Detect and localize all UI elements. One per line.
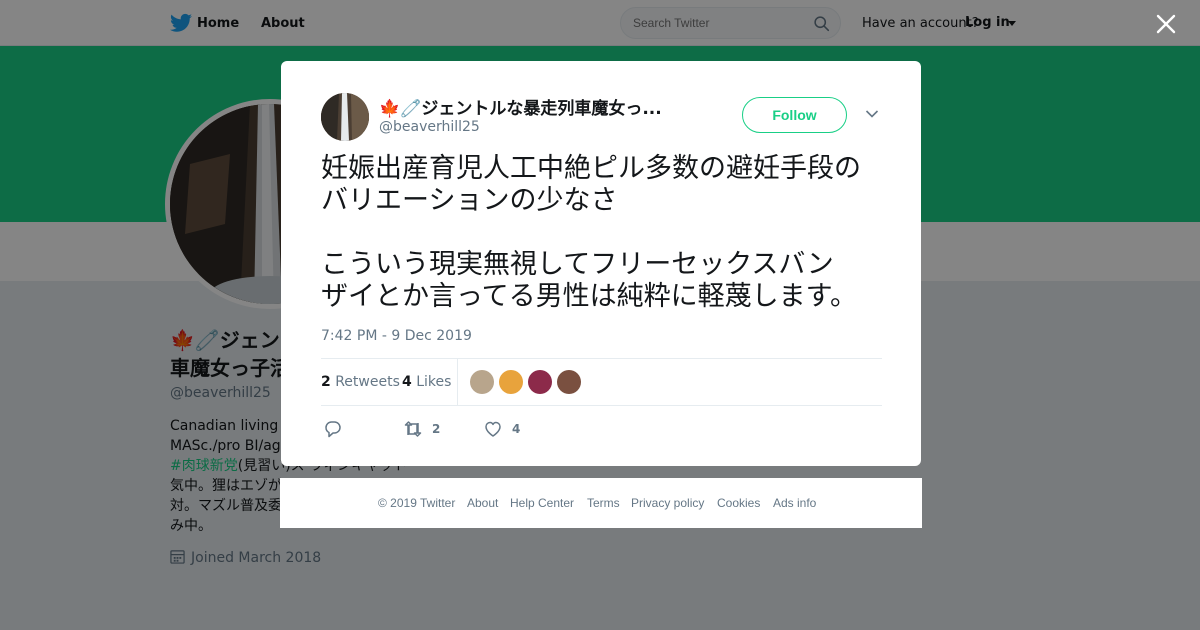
footer-terms-link[interactable]: Terms <box>587 496 620 510</box>
tweet-author-avatar[interactable] <box>321 93 369 141</box>
footer-privacy-link[interactable]: Privacy policy <box>631 496 704 510</box>
liker-avatar[interactable] <box>499 370 523 394</box>
retweet-icon <box>404 421 422 437</box>
tweet-actions: 2 4 <box>321 417 621 441</box>
liker-avatar[interactable] <box>470 370 494 394</box>
retweets-stat[interactable]: 2 Retweets <box>321 374 400 390</box>
footer-about-link[interactable]: About <box>467 496 498 510</box>
close-icon[interactable] <box>1153 11 1179 37</box>
tweet-modal: 🍁🧷ジェントルな暴走列車魔女っ... @beaverhill25 Follow … <box>281 61 921 466</box>
follow-button[interactable]: Follow <box>742 97 847 133</box>
liker-avatar[interactable] <box>528 370 552 394</box>
tweet-timestamp[interactable]: 7:42 PM - 9 Dec 2019 <box>321 328 472 344</box>
retweet-count: 2 <box>432 422 441 436</box>
heart-icon <box>485 421 501 437</box>
like-count: 4 <box>512 422 521 436</box>
tweet-author-handle[interactable]: @beaverhill25 <box>379 119 480 135</box>
footer-ads-info-link[interactable]: Ads info <box>773 496 816 510</box>
chevron-down-icon[interactable] <box>865 109 879 119</box>
stats-divider <box>457 359 458 405</box>
footer-help-center-link[interactable]: Help Center <box>510 496 574 510</box>
modal-footer: © 2019 Twitter About Help Center Terms P… <box>280 478 922 528</box>
tweet-text: 妊娠出産育児人工中絶ピル多数の避妊手段の バリエーションの少なさ こういう現実無… <box>321 153 861 312</box>
tweet-author-name[interactable]: 🍁🧷ジェントルな暴走列車魔女っ... <box>379 94 662 119</box>
footer-copyright[interactable]: © 2019 Twitter <box>378 496 455 510</box>
likes-stat[interactable]: 4 Likes <box>402 374 451 390</box>
footer-cookies-link[interactable]: Cookies <box>717 496 760 510</box>
tweet-stats: 2 Retweets 4 Likes <box>321 358 882 406</box>
reply-icon <box>325 421 341 438</box>
liker-avatar[interactable] <box>557 370 581 394</box>
